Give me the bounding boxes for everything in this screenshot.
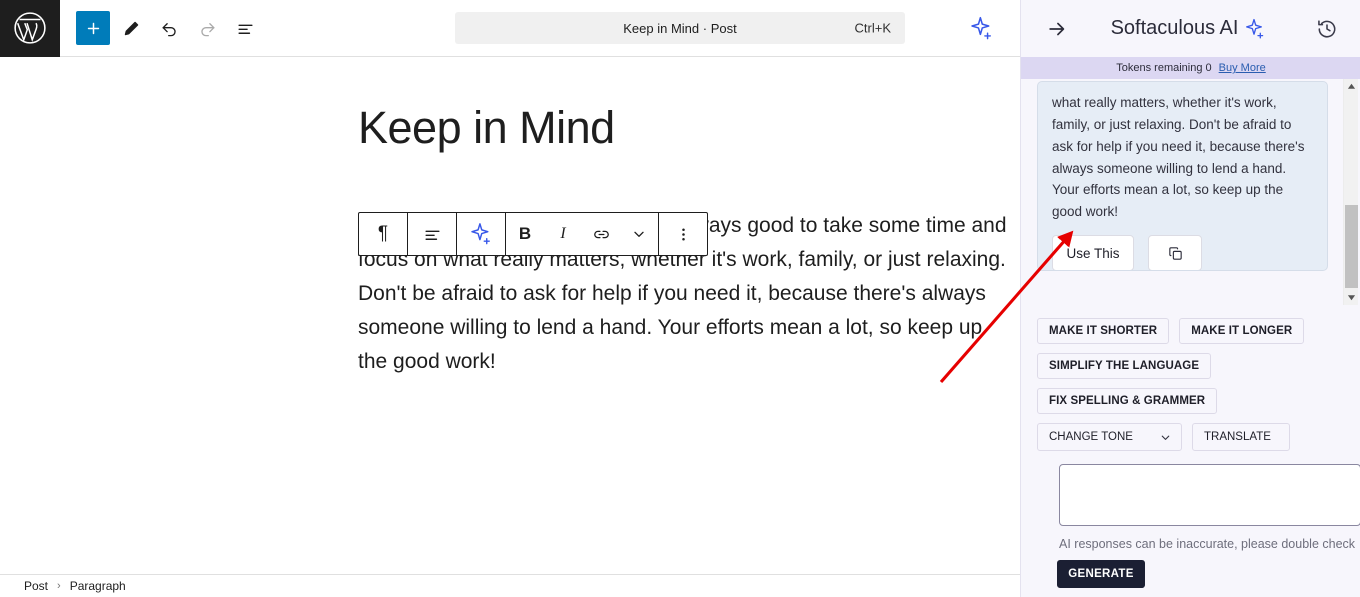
ai-prompt-input[interactable] — [1059, 464, 1360, 526]
edit-tool-button[interactable] — [114, 11, 148, 45]
ai-response-card: what really matters, whether it's work, … — [1037, 81, 1328, 271]
link-button[interactable] — [582, 213, 620, 255]
more-formatting-button[interactable] — [620, 213, 658, 255]
chip-row-1: MAKE IT SHORTER MAKE IT LONGER — [1037, 318, 1347, 344]
command-bar-label: Keep in Mind · Post — [623, 20, 737, 36]
screen: Keep in Mind · Post Ctrl+K Keep in Mind … — [0, 0, 1360, 597]
editor-canvas: Keep in Mind I hope you're doing well to… — [0, 57, 1020, 574]
ai-response-text: what really matters, whether it's work, … — [1052, 95, 1305, 220]
ai-sparkle-icon — [471, 223, 490, 245]
bold-icon: B — [518, 224, 532, 243]
translate-select[interactable]: TRANSLATE — [1192, 423, 1290, 451]
chip-row-3: FIX SPELLING & GRAMMER — [1037, 388, 1347, 414]
command-bar-shortcut: Ctrl+K — [854, 20, 891, 36]
change-tone-label: CHANGE TONE — [1049, 431, 1133, 443]
align-icon — [424, 230, 440, 240]
ai-action-chips: MAKE IT SHORTER MAKE IT LONGER SIMPLIFY … — [1037, 318, 1347, 460]
scroll-down-arrow-icon[interactable] — [1344, 290, 1359, 305]
change-tone-select[interactable]: CHANGE TONE — [1037, 423, 1182, 451]
breadcrumb-separator-icon: › — [57, 580, 61, 592]
italic-icon: I — [560, 225, 566, 242]
chip-row-4: CHANGE TONE TRANSLATE — [1037, 423, 1347, 451]
history-clock-icon[interactable] — [1305, 7, 1349, 51]
italic-button[interactable]: I — [544, 213, 582, 255]
sidebar-header: Softaculous AI — [1021, 0, 1360, 57]
editor-toolbar-buttons — [76, 11, 262, 45]
sidebar-title: Softaculous AI — [1110, 17, 1239, 39]
block-type-paragraph-button[interactable]: ¶ — [359, 213, 407, 255]
translate-label: TRANSLATE — [1204, 431, 1271, 443]
scrollbar-thumb[interactable] — [1345, 205, 1358, 288]
wordpress-block-editor: Keep in Mind · Post Ctrl+K Keep in Mind … — [0, 0, 1020, 597]
make-it-shorter-button[interactable]: MAKE IT SHORTER — [1037, 318, 1170, 344]
editor-header: Keep in Mind · Post Ctrl+K — [0, 0, 1020, 57]
paragraph-pilcrow-icon: ¶ — [377, 223, 389, 244]
ai-disclaimer-text: AI responses can be inaccurate, please d… — [1059, 537, 1356, 551]
align-text-button[interactable] — [408, 213, 456, 255]
undo-button[interactable] — [152, 11, 186, 45]
bold-button[interactable]: B — [506, 213, 544, 255]
response-scrollbar[interactable] — [1343, 79, 1358, 305]
block-options-button[interactable] — [659, 213, 707, 255]
block-toolbar: ¶ B I — [358, 212, 708, 256]
softaculous-ai-sidebar: Softaculous AI Tokens remaining 0 Buy Mo… — [1020, 0, 1360, 597]
ai-assist-button[interactable] — [457, 213, 505, 255]
more-vertical-dots-icon — [681, 227, 685, 241]
chevron-down-icon — [1161, 435, 1170, 440]
copy-icon — [1168, 246, 1182, 260]
ai-response-region: what really matters, whether it's work, … — [1021, 79, 1360, 305]
breadcrumb-item-post[interactable]: Post — [24, 579, 48, 593]
chip-row-2: SIMPLIFY THE LANGUAGE — [1037, 353, 1347, 379]
redo-button[interactable] — [190, 11, 224, 45]
command-search-bar[interactable]: Keep in Mind · Post Ctrl+K — [455, 12, 905, 44]
chevron-down-icon — [634, 231, 644, 237]
tokens-remaining-bar: Tokens remaining 0 Buy More — [1021, 57, 1360, 79]
ai-response-actions: Use This — [1052, 235, 1313, 270]
link-icon — [593, 230, 609, 238]
fix-spelling-grammar-button[interactable]: FIX SPELLING & GRAMMER — [1037, 388, 1218, 414]
ai-sparkle-icon — [1246, 18, 1264, 39]
copy-button[interactable] — [1148, 235, 1202, 270]
add-block-button[interactable] — [76, 11, 110, 45]
wordpress-logo-icon[interactable] — [0, 0, 60, 57]
scroll-up-arrow-icon[interactable] — [1344, 79, 1359, 94]
breadcrumb: Post › Paragraph — [0, 574, 1020, 597]
tokens-remaining-label: Tokens remaining 0 — [1116, 62, 1212, 74]
post-title[interactable]: Keep in Mind — [358, 103, 615, 153]
use-this-button[interactable]: Use This — [1052, 235, 1134, 270]
buy-more-link[interactable]: Buy More — [1219, 62, 1266, 74]
document-overview-button[interactable] — [228, 11, 262, 45]
header-ai-sparkle-icon[interactable] — [964, 11, 998, 45]
make-it-longer-button[interactable]: MAKE IT LONGER — [1179, 318, 1305, 344]
sidebar-title-group: Softaculous AI — [1073, 17, 1305, 41]
simplify-the-language-button[interactable]: SIMPLIFY THE LANGUAGE — [1037, 353, 1212, 379]
generate-button[interactable]: GENERATE — [1057, 560, 1145, 588]
breadcrumb-item-paragraph[interactable]: Paragraph — [70, 579, 126, 593]
